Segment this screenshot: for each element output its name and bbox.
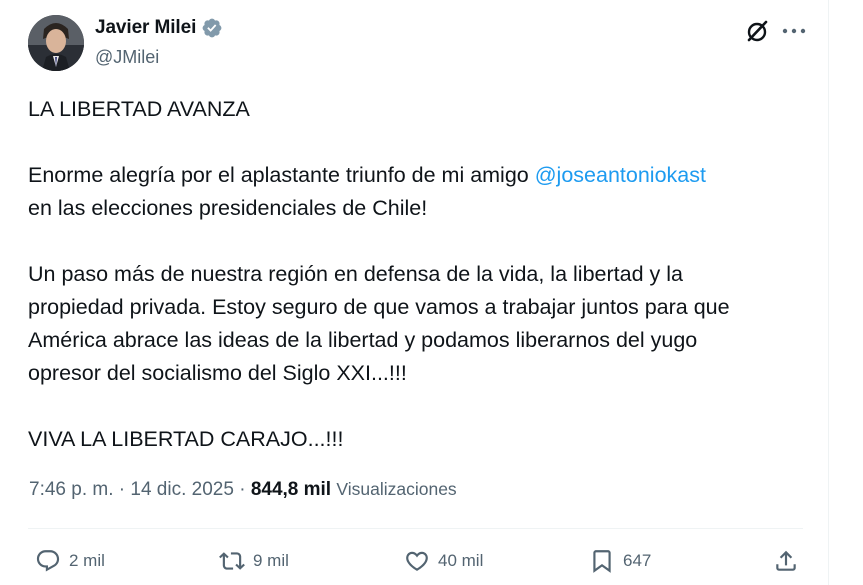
tweet-text: LA LIBERTAD AVANZA Enorme alegría por el… <box>28 93 818 456</box>
tweet-line: Un paso más de nuestra región en defensa… <box>28 262 683 286</box>
like-button[interactable]: 40 mil <box>404 546 483 576</box>
views-label: Visualizaciones <box>336 479 457 499</box>
heart-icon <box>406 551 428 571</box>
author-display-name[interactable]: Javier Milei <box>95 17 196 39</box>
tweet-line: LA LIBERTAD AVANZA <box>28 97 250 121</box>
avatar-photo-icon <box>28 15 84 71</box>
grok-icon[interactable] <box>744 18 770 44</box>
author-name-row: Javier Milei <box>95 17 223 39</box>
bookmark-button[interactable]: 647 <box>589 546 651 576</box>
tweet-date[interactable]: 14 dic. 2025 <box>130 479 234 500</box>
tweet-line: en las elecciones presidenciales de Chil… <box>28 196 428 220</box>
tweet-time[interactable]: 7:46 p. m. <box>29 479 114 500</box>
reply-button[interactable]: 2 mil <box>35 546 105 576</box>
meta-separator: · <box>118 479 126 500</box>
verified-badge-icon[interactable] <box>201 17 223 39</box>
tweet-line: propiedad privada. Estoy seguro de que v… <box>28 295 730 319</box>
tweet-line: América abrace las ideas de la libertad … <box>28 328 698 352</box>
share-button[interactable] <box>773 548 799 574</box>
tweet-text-segment: Enorme alegría por el aplastante triunfo… <box>28 163 535 187</box>
meta-separator: · <box>239 479 246 500</box>
author-handle[interactable]: @JMilei <box>95 47 159 68</box>
bookmark-icon <box>593 550 611 573</box>
bookmark-count: 647 <box>623 551 652 570</box>
tweet-meta: 7:46 p. m. · 14 dic. 2025 · 844,8 mil Vi… <box>29 479 457 501</box>
mention-link[interactable]: @joseantoniokast <box>535 163 706 187</box>
like-count: 40 mil <box>438 551 484 570</box>
tweet-container: Javier Milei @JMilei LA LIBERTAD AVANZA … <box>0 0 829 585</box>
avatar[interactable] <box>28 15 84 71</box>
more-options-icon[interactable] <box>780 19 808 43</box>
divider <box>28 528 803 529</box>
repost-button[interactable]: 9 mil <box>219 546 289 576</box>
reply-icon <box>36 550 60 572</box>
reply-count: 2 mil <box>69 551 105 570</box>
tweet-line: VIVA LA LIBERTAD CARAJO...!!! <box>28 427 344 451</box>
tweet-line: opresor del socialismo del Siglo XXI...!… <box>28 361 407 385</box>
repost-count: 9 mil <box>253 551 289 570</box>
share-icon <box>776 550 796 571</box>
tweet-paragraph: Enorme alegría por el aplastante triunfo… <box>28 159 818 192</box>
repost-icon <box>219 552 245 570</box>
views-count: 844,8 mil <box>250 479 332 500</box>
